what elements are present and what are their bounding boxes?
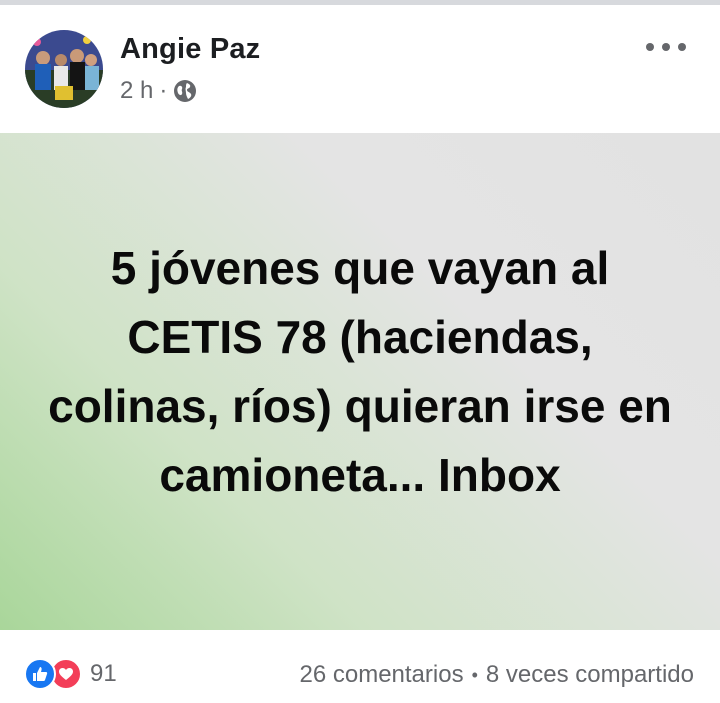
meta-separator: · xyxy=(159,77,168,104)
post-text: 5 jóvenes que vayan al CETIS 78 (haciend… xyxy=(48,241,672,501)
comments-count-link[interactable]: 26 comentarios xyxy=(299,661,463,689)
reaction-count: 91 xyxy=(90,660,117,687)
stats-separator: • xyxy=(471,664,478,685)
post-header: Angie Paz 2 h · xyxy=(0,5,720,133)
post-footer: 91 26 comentarios • 8 veces compartido xyxy=(0,630,720,703)
post-meta: 2 h · xyxy=(120,77,197,105)
reactions-summary[interactable]: 91 xyxy=(24,658,117,690)
more-options-icon[interactable] xyxy=(646,35,686,59)
globe-icon xyxy=(173,79,197,103)
engagement-stats: 26 comentarios • 8 veces compartido xyxy=(299,661,694,689)
post-time[interactable]: 2 h xyxy=(120,77,153,105)
author-name[interactable]: Angie Paz xyxy=(120,33,260,66)
like-icon xyxy=(24,658,56,690)
post-background: 5 jóvenes que vayan al CETIS 78 (haciend… xyxy=(0,133,720,630)
avatar[interactable] xyxy=(25,30,103,108)
shares-count-link[interactable]: 8 veces compartido xyxy=(486,661,694,689)
